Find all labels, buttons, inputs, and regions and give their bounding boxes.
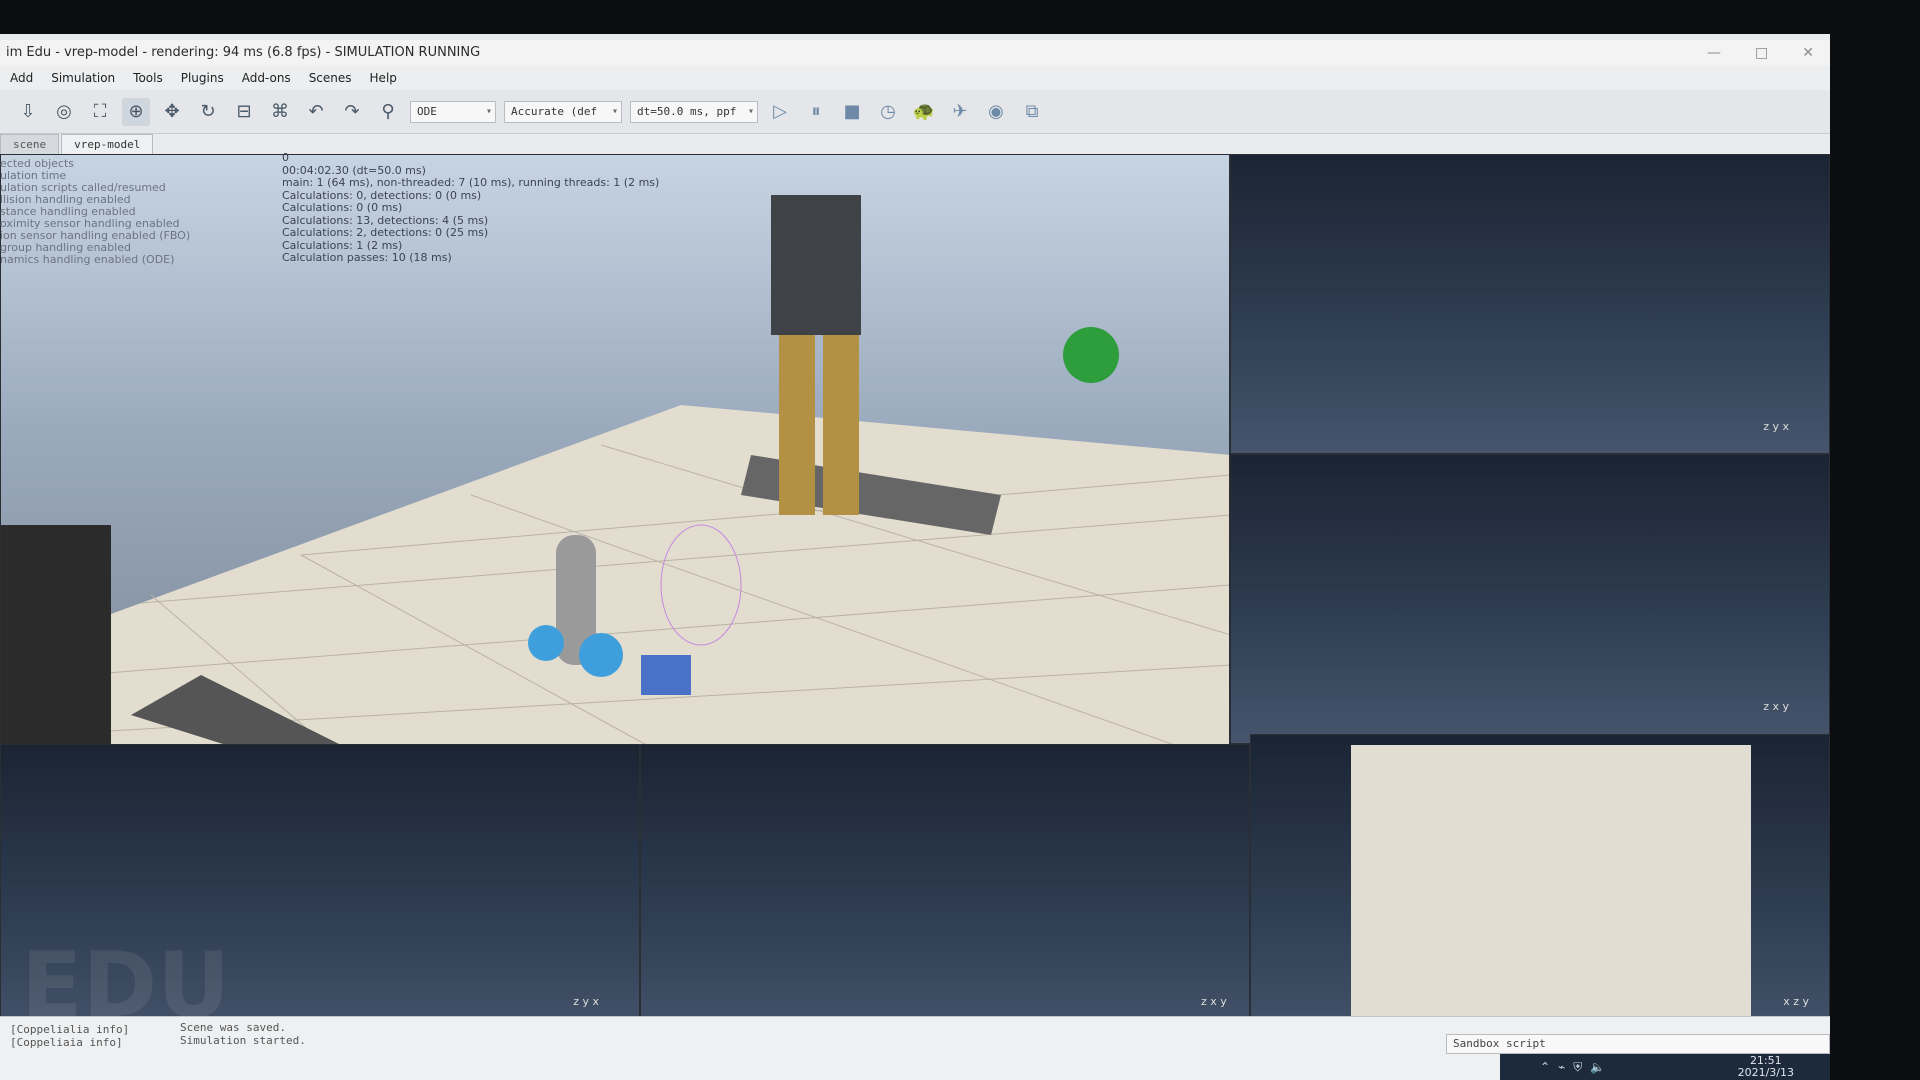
console-tags: [Coppelialia info] [Coppeliaia info]	[10, 1023, 129, 1049]
axis-y-label: y	[582, 995, 589, 1008]
info-value: Calculations: 2, detections: 0 (25 ms)	[282, 226, 489, 239]
redo-icon[interactable]: ↷	[338, 98, 366, 126]
dark-panel-object	[1, 525, 111, 765]
axis-y-label: y	[1772, 420, 1779, 433]
realtime-icon[interactable]: ◷	[874, 98, 902, 126]
accuracy-select[interactable]: Accurate (def	[504, 100, 622, 123]
info-values: 0 00:04:02.30 (dt=50.0 ms) main: 1 (64 m…	[282, 151, 660, 265]
minimize-button[interactable]: —	[1707, 40, 1721, 66]
stop-icon[interactable]: ■	[838, 98, 866, 126]
window-title: im Edu - vrep-model - rendering: 94 ms (…	[6, 45, 481, 60]
console-tag: [Coppelialia info]	[10, 1023, 130, 1036]
axis-indicator: x z y	[1783, 995, 1809, 1008]
floating-view-bottom-left[interactable]: EDU z y x	[0, 744, 640, 1049]
clock-date: 2021/3/13	[1737, 1066, 1794, 1079]
play-icon[interactable]: ▷	[766, 98, 794, 126]
menu-bar: Add Simulation Tools Plugins Add-ons Sce…	[0, 66, 1830, 90]
axis-x-label: x	[1772, 700, 1779, 713]
axis-indicator: z y x	[1763, 420, 1789, 433]
info-value: Calculation passes: 10 (18 ms)	[282, 251, 452, 264]
axis-x-label: x	[1210, 995, 1217, 1008]
floating-view-bottom-middle[interactable]: z x y	[640, 744, 1250, 1049]
timestep-select[interactable]: dt=50.0 ms, ppf	[630, 100, 758, 123]
physics-engine-select[interactable]: ODE	[410, 100, 496, 123]
info-label: namics handling enabled (ODE)	[0, 253, 175, 266]
info-labels: ected objects ulation time ulation scrip…	[0, 158, 190, 266]
multi-window-icon[interactable]: ⧉	[1018, 98, 1046, 126]
info-value: main: 1 (64 ms), non-threaded: 7 (10 ms)…	[282, 176, 660, 189]
shield-icon[interactable]: ⛨	[1573, 1060, 1582, 1075]
axis-z-label: z	[573, 995, 579, 1008]
system-tray: ⌃ ⌁ ⛨ 🔈	[1540, 1060, 1605, 1075]
axis-z-label: z	[1763, 420, 1769, 433]
dynamics-icon[interactable]: ⚲	[374, 98, 402, 126]
tab-scene[interactable]: scene	[0, 134, 60, 155]
shift-object-icon[interactable]: ✥	[158, 98, 186, 126]
person-leg-right	[823, 335, 859, 515]
rotate-object-icon[interactable]: ↻	[194, 98, 222, 126]
info-value: 0	[282, 151, 289, 164]
maximize-button[interactable]: □	[1755, 40, 1768, 66]
floating-view-top-right[interactable]: z y x	[1230, 154, 1830, 454]
rotate-camera-icon[interactable]: ⊕	[122, 97, 150, 126]
info-value: Calculations: 0 (0 ms)	[282, 201, 403, 214]
axis-y-label: y	[1802, 995, 1809, 1008]
fit-view-icon[interactable]: ⛶	[86, 98, 114, 126]
menu-scenes[interactable]: Scenes	[309, 66, 352, 90]
menu-help[interactable]: Help	[370, 66, 397, 90]
undo-icon[interactable]: ↶	[302, 98, 330, 126]
axis-x-label: x	[1783, 995, 1790, 1008]
axis-y-label: y	[1220, 995, 1227, 1008]
console-messages: Scene was saved. Simulation started.	[180, 1021, 306, 1047]
camera-icon[interactable]: ◎	[50, 98, 78, 126]
axis-z-label: z	[1793, 995, 1799, 1008]
assemble-icon[interactable]: ⊟	[230, 98, 258, 126]
slower-icon[interactable]: 🐢	[910, 98, 938, 126]
floating-view-middle-right[interactable]: z x y	[1230, 454, 1830, 744]
console-message: Simulation started.	[180, 1034, 306, 1047]
axis-indicator: z y x	[573, 995, 599, 1008]
toolbar: ⇩ ◎ ⛶ ⊕ ✥ ↻ ⊟ ⌘ ↶ ↷ ⚲ ODE Accurate (def …	[0, 90, 1830, 134]
object-pan-icon[interactable]: ⇩	[14, 98, 42, 126]
axis-z-label: z	[1201, 995, 1207, 1008]
axis-x-label: x	[592, 995, 599, 1008]
volume-icon[interactable]: 🔈	[1590, 1060, 1605, 1075]
close-button[interactable]: ✕	[1802, 40, 1814, 66]
sandbox-script-input[interactable]: Sandbox script	[1446, 1034, 1830, 1054]
axis-indicator: z x y	[1201, 995, 1227, 1008]
menu-add[interactable]: Add	[10, 66, 33, 90]
network-icon[interactable]: ⌁	[1558, 1060, 1565, 1075]
axis-x-label: x	[1782, 420, 1789, 433]
title-bar: im Edu - vrep-model - rendering: 94 ms (…	[0, 40, 1830, 66]
green-drone	[1063, 327, 1119, 383]
menu-plugins[interactable]: Plugins	[181, 66, 224, 90]
console-message: Scene was saved.	[180, 1021, 286, 1034]
gripped-cube	[641, 655, 691, 695]
console-tag: [Coppeliaia info]	[10, 1036, 123, 1049]
visualization-icon[interactable]: ◉	[982, 98, 1010, 126]
robot-arm-joint	[528, 625, 564, 661]
axis-indicator: z x y	[1763, 700, 1789, 713]
axis-z-label: z	[1763, 700, 1769, 713]
tab-vrep-model[interactable]: vrep-model	[61, 134, 154, 155]
axis-y-label: y	[1782, 700, 1789, 713]
faster-icon[interactable]: ✈	[946, 98, 974, 126]
chevron-up-icon[interactable]: ⌃	[1540, 1060, 1550, 1075]
clock[interactable]: 21:51 2021/3/13	[1738, 1055, 1794, 1079]
window-controls: — □ ✕	[1707, 40, 1814, 66]
menu-addons[interactable]: Add-ons	[242, 66, 291, 90]
person-torso	[771, 195, 861, 335]
menu-simulation[interactable]: Simulation	[51, 66, 115, 90]
application-window: im Edu - vrep-model - rendering: 94 ms (…	[0, 34, 1830, 1080]
taskbar: ⌃ ⌁ ⛨ 🔈 21:51 2021/3/13	[1500, 1054, 1830, 1080]
pause-icon[interactable]: ⏸	[802, 98, 830, 126]
floating-view-bottom-right-topdown[interactable]: x z y	[1250, 734, 1830, 1049]
transfer-dna-icon[interactable]: ⌘	[266, 98, 294, 126]
robot-arm-joint	[579, 633, 623, 677]
menu-tools[interactable]: Tools	[133, 66, 163, 90]
scene-tabs: scene vrep-model	[0, 134, 300, 155]
topdown-floor	[1351, 745, 1751, 1040]
person-leg-left	[779, 335, 815, 515]
